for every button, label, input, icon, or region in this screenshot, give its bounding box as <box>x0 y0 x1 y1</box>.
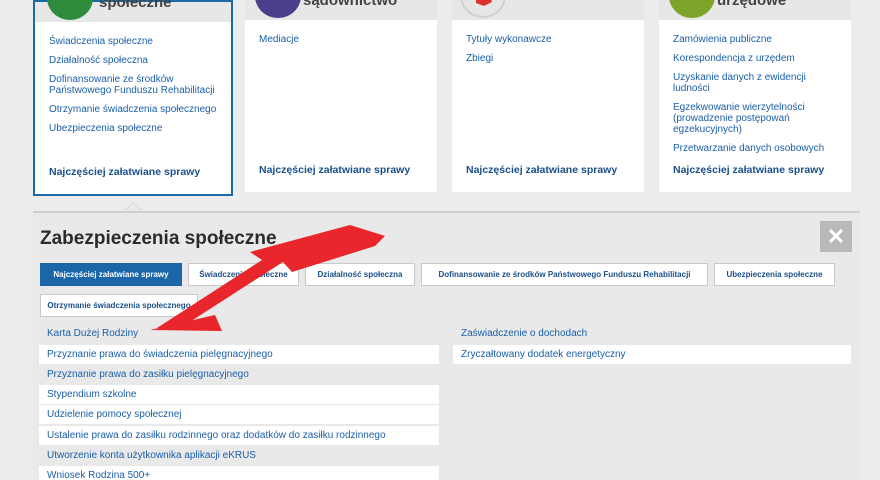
close-icon[interactable]: ✕ <box>820 221 852 252</box>
frequent-cases-link[interactable]: Najczęściej załatwiane sprawy <box>259 164 410 176</box>
card-links: Mediacje <box>259 34 427 53</box>
card-title: sądownictwo <box>303 0 398 9</box>
list-item[interactable]: Stypendium szkolne <box>39 385 439 404</box>
tab-receiving-benefit[interactable]: Otrzymanie świadczenia społecznego <box>40 294 198 317</box>
card-link[interactable]: Uzyskanie danych z ewidencji ludności <box>673 72 841 94</box>
card-link[interactable]: Ubezpieczenia społeczne <box>49 123 221 134</box>
frequent-cases-link[interactable]: Najczęściej załatwiane sprawy <box>466 164 617 176</box>
card-link[interactable]: Świadczenia społeczne <box>49 36 221 47</box>
card-links: Zamówienia publiczne Korespondencja z ur… <box>673 34 841 162</box>
card-link[interactable]: Zbiegi <box>466 53 634 64</box>
list-item[interactable]: Ustalenie prawa do zasiłku rodzinnego or… <box>39 426 439 445</box>
map-icon <box>460 0 506 18</box>
list-item[interactable]: Przyznanie prawa do zasiłku pielęgnacyjn… <box>39 365 439 384</box>
tab-pfron-funding[interactable]: Dofinansowanie ze środków Państwowego Fu… <box>421 263 708 286</box>
card-link[interactable]: Przetwarzanie danych osobowych <box>673 143 841 154</box>
card-links: Tytuły wykonawcze Zbiegi <box>466 34 634 72</box>
category-detail-panel: Zabezpieczenia społeczne ✕ Najczęściej z… <box>33 211 860 480</box>
category-card-office[interactable]: urzędowe Zamówienia publiczne Koresponde… <box>659 0 851 192</box>
tab-social-insurance[interactable]: Ubezpieczenia społeczne <box>714 263 835 286</box>
list-item[interactable]: Zaświadczenie o dochodach <box>453 324 851 343</box>
panel-title: Zabezpieczenia społeczne <box>40 228 277 249</box>
card-link[interactable]: Egzekwowanie wierzytelności (prowadzenie… <box>673 102 841 135</box>
card-link[interactable]: Korespondencja z urzędem <box>673 53 841 64</box>
card-link[interactable]: Zamówienia publiczne <box>673 34 841 45</box>
card-links: Świadczenia społeczne Działalność społec… <box>49 36 221 142</box>
tab-frequent[interactable]: Najczęściej załatwiane sprawy <box>40 263 182 286</box>
card-link[interactable]: Dofinansowanie ze środków Państwowego Fu… <box>49 74 221 96</box>
frequent-cases-link[interactable]: Najczęściej załatwiane sprawy <box>673 164 824 176</box>
list-item[interactable]: Udzielenie pomocy społecznej <box>39 405 439 424</box>
tab-social-benefits[interactable]: Świadczenia społeczne <box>188 263 299 286</box>
card-link[interactable]: Tytuły wykonawcze <box>466 34 634 45</box>
card-link[interactable]: Mediacje <box>259 34 427 45</box>
card-title: społeczne <box>99 0 172 11</box>
list-item[interactable]: Wniosek Rodzina 500+ <box>39 466 439 480</box>
list-item[interactable]: Karta Dużej Rodziny <box>39 324 439 343</box>
category-card-courts[interactable]: sądownictwo Mediacje Najczęściej załatwi… <box>245 0 437 192</box>
category-card-social[interactable]: społeczne Świadczenia społeczne Działaln… <box>33 0 233 196</box>
list-item[interactable]: Utworzenie konta użytkownika aplikacji e… <box>39 446 439 465</box>
tab-social-activity[interactable]: Działalność społeczna <box>305 263 415 286</box>
category-card-enforcement[interactable]: Tytuły wykonawcze Zbiegi Najczęściej zał… <box>452 0 644 192</box>
card-link[interactable]: Działalność społeczna <box>49 55 221 66</box>
list-item[interactable]: Zryczałtowany dodatek energetyczny <box>453 345 851 364</box>
list-item[interactable]: Przyznanie prawa do świadczenia pielęgna… <box>39 345 439 364</box>
card-title: urzędowe <box>717 0 787 9</box>
frequent-cases-link[interactable]: Najczęściej załatwiane sprawy <box>49 166 200 178</box>
card-link[interactable]: Otrzymanie świadczenia społecznego <box>49 104 221 115</box>
